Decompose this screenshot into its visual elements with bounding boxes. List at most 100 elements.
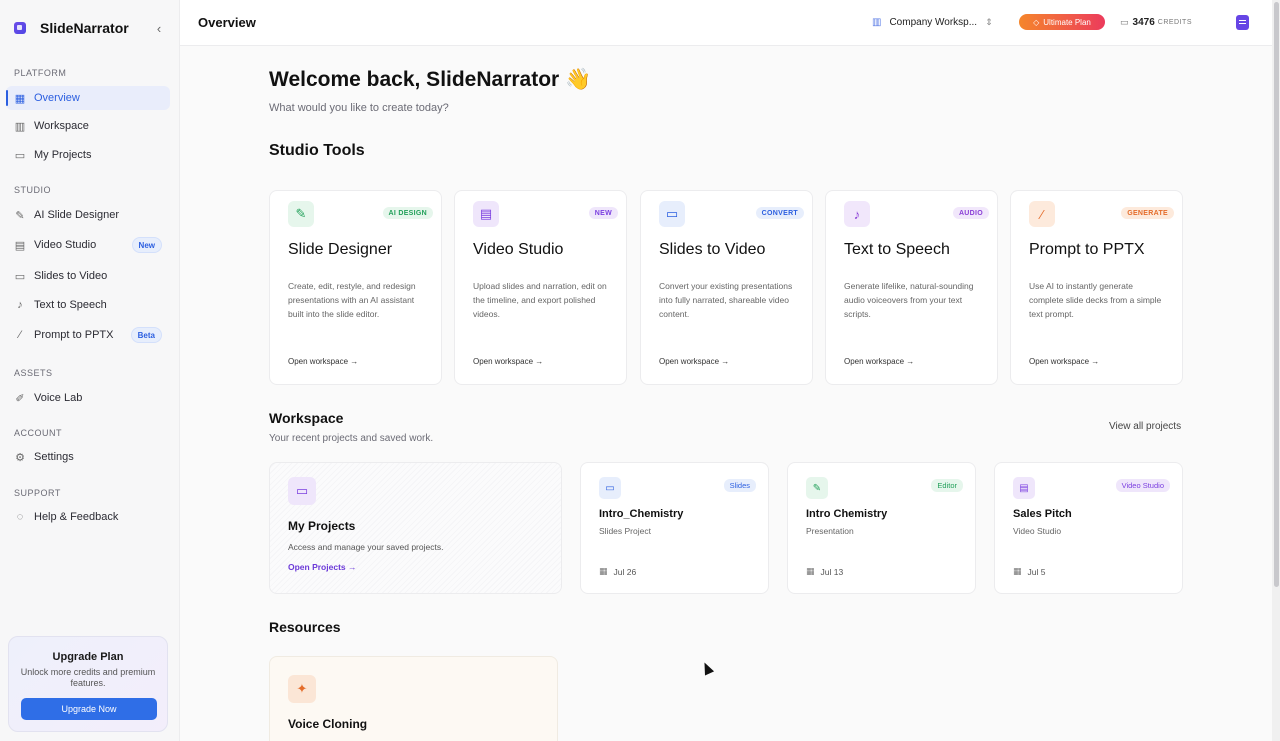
sidebar-item-label: Overview [34,92,80,104]
tool-desc: Convert your existing presentations into… [659,281,793,319]
sidebar-item-overview[interactable]: ▦ Overview [6,86,170,110]
recent-project-card[interactable]: ✎ Editor Intro Chemistry Presentation ▦ … [787,462,976,594]
plan-badge[interactable]: ◇ Ultimate Plan [1019,14,1105,30]
recent-project-card[interactable]: ▤ Video Studio Sales Pitch Video Studio … [994,462,1183,594]
tool-tag: GENERATE [1121,207,1174,219]
section-studio: STUDIO [14,185,52,195]
gear-icon: ⚙ [15,451,25,464]
project-date-value: Jul 5 [1027,566,1046,577]
monitor-icon: ▭ [659,201,685,227]
monitor-icon: ▭ [14,270,26,283]
sidebar-item-text-to-speech[interactable]: ♪ Text to Speech [6,293,170,317]
calendar-icon: ▦ [1013,566,1022,576]
mic-icon: ♪ [17,299,23,311]
tool-tag: AUDIO [952,207,989,219]
beta-badge: Beta [130,327,162,343]
sidebar-item-help[interactable]: ◌ Help & Feedback [6,505,170,529]
section-support: SUPPORT [14,488,61,498]
film-icon: ▤ [1013,477,1035,499]
edit-icon: ✎ [15,209,25,222]
open-workspace-link[interactable]: Open workspace → [473,357,543,366]
mic-icon: ♪ [844,201,870,227]
workspace-switcher[interactable]: ▥ Company Worksp... ⇕ [872,14,993,30]
project-title: Intro Chemistry [806,508,888,520]
section-platform: PLATFORM [14,68,67,78]
project-title: Sales Pitch [1013,508,1072,520]
tool-card-slide-designer[interactable]: ✎ AI DESIGN Slide Designer Create, edit,… [269,190,442,385]
edit-icon: ✎ [288,201,314,227]
tool-card-prompt-to-pptx[interactable]: ⁄ GENERATE Prompt to PPTX Use AI to inst… [1010,190,1183,385]
calendar-icon: ▦ [806,566,815,576]
sidebar-item-ai-slide-designer[interactable]: ✎ AI Slide Designer [6,203,170,227]
project-type: Slides Project [599,526,651,536]
diamond-icon: ◇ [1033,17,1040,27]
wand-icon: ⁄ [19,329,21,341]
collapse-sidebar-button[interactable]: ‹ [150,20,168,36]
sidebar-item-workspace[interactable]: ▥ Workspace [6,114,170,138]
project-tag: Editor [931,479,963,492]
building-icon: ▥ [872,16,882,28]
tool-title: Slides to Video [659,241,766,258]
my-projects-title: My Projects [288,519,356,533]
open-workspace-link[interactable]: Open workspace → [844,357,914,366]
recent-project-card[interactable]: ▭ Slides Intro_Chemistry Slides Project … [580,462,769,594]
top-header: Overview ▥ Company Worksp... ⇕ ◇ Ultimat… [180,0,1272,46]
tool-tag: NEW [588,207,618,219]
plan-label: Ultimate Plan [1043,17,1091,27]
credits-display[interactable]: ▭ 3476 CREDITS [1120,14,1192,30]
calendar-icon: ▦ [599,566,608,576]
my-projects-card[interactable]: ▭ My Projects Access and manage your sav… [269,462,562,594]
sidebar-item-label: Prompt to PPTX [34,329,114,341]
chevron-updown-icon: ⇕ [985,16,993,27]
tool-card-text-to-speech[interactable]: ♪ AUDIO Text to Speech Generate lifelike… [825,190,998,385]
upgrade-now-button[interactable]: Upgrade Now [21,698,157,720]
brand[interactable]: SlideNarrator [14,18,129,38]
tool-title: Text to Speech [844,241,950,258]
open-workspace-link[interactable]: Open workspace → [1029,357,1099,366]
project-tag: Video Studio [1115,479,1170,492]
voice-cloning-card[interactable]: ✦ Voice Cloning [269,656,558,741]
project-date: ▦ Jul 13 [806,566,843,577]
tool-desc: Create, edit, restyle, and redesign pres… [288,281,416,319]
chat-icon: ◌ [16,511,24,523]
tool-title: Slide Designer [288,241,393,258]
app-menu-icon[interactable] [1236,15,1249,30]
logo-icon [14,22,26,34]
tool-desc: Generate lifelike, natural-sounding audi… [844,281,974,319]
tool-desc: Upload slides and narration, edit on the… [473,281,607,319]
grid-icon: ▦ [14,92,26,105]
upgrade-title: Upgrade Plan [52,651,124,663]
tool-tag: AI DESIGN [382,207,433,219]
chevron-left-icon: ‹ [156,20,162,36]
upgrade-card: Upgrade Plan Unlock more credits and pre… [8,636,168,732]
view-all-projects-link[interactable]: View all projects [1109,421,1181,432]
resources-title: Resources [269,619,341,635]
sidebar-item-label: My Projects [34,149,92,161]
open-workspace-link[interactable]: Open workspace → [659,357,729,366]
open-projects-link[interactable]: Open Projects → [288,562,357,572]
sidebar-item-label: Text to Speech [34,299,107,311]
project-date-value: Jul 13 [820,566,844,577]
sidebar-item-slides-to-video[interactable]: ▭ Slides to Video [6,264,170,288]
project-type: Presentation [806,526,854,536]
sidebar-item-voice-lab[interactable]: ✐ Voice Lab [6,386,170,410]
project-date: ▦ Jul 5 [1013,566,1045,577]
scrollbar-thumb[interactable] [1274,2,1279,587]
project-tag: Slides [723,479,756,492]
tool-card-slides-to-video[interactable]: ▭ CONVERT Slides to Video Convert your e… [640,190,813,385]
tool-card-video-studio[interactable]: ▤ NEW Video Studio Upload slides and nar… [454,190,627,385]
sidebar-item-label: Help & Feedback [34,511,119,523]
workspace-subtitle: Your recent projects and saved work. [269,433,434,444]
sidebar-item-settings[interactable]: ⚙ Settings [6,445,170,469]
folder-icon: ▭ [14,149,26,162]
film-icon: ▤ [473,201,499,227]
workspace-name: Company Worksp... [889,16,978,28]
sidebar-item-my-projects[interactable]: ▭ My Projects [6,143,170,167]
sidebar-item-prompt-to-pptx[interactable]: ⁄ Prompt to PPTX Beta [6,323,170,347]
open-workspace-link[interactable]: Open workspace → [288,357,358,366]
project-type: Video Studio [1013,526,1062,536]
sidebar-item-video-studio[interactable]: ▤ Video Studio New [6,233,170,257]
my-projects-desc: Access and manage your saved projects. [288,542,444,552]
welcome-heading: Welcome back, SlideNarrator 👋 [269,68,592,91]
project-title: Intro_Chemistry [599,508,684,520]
